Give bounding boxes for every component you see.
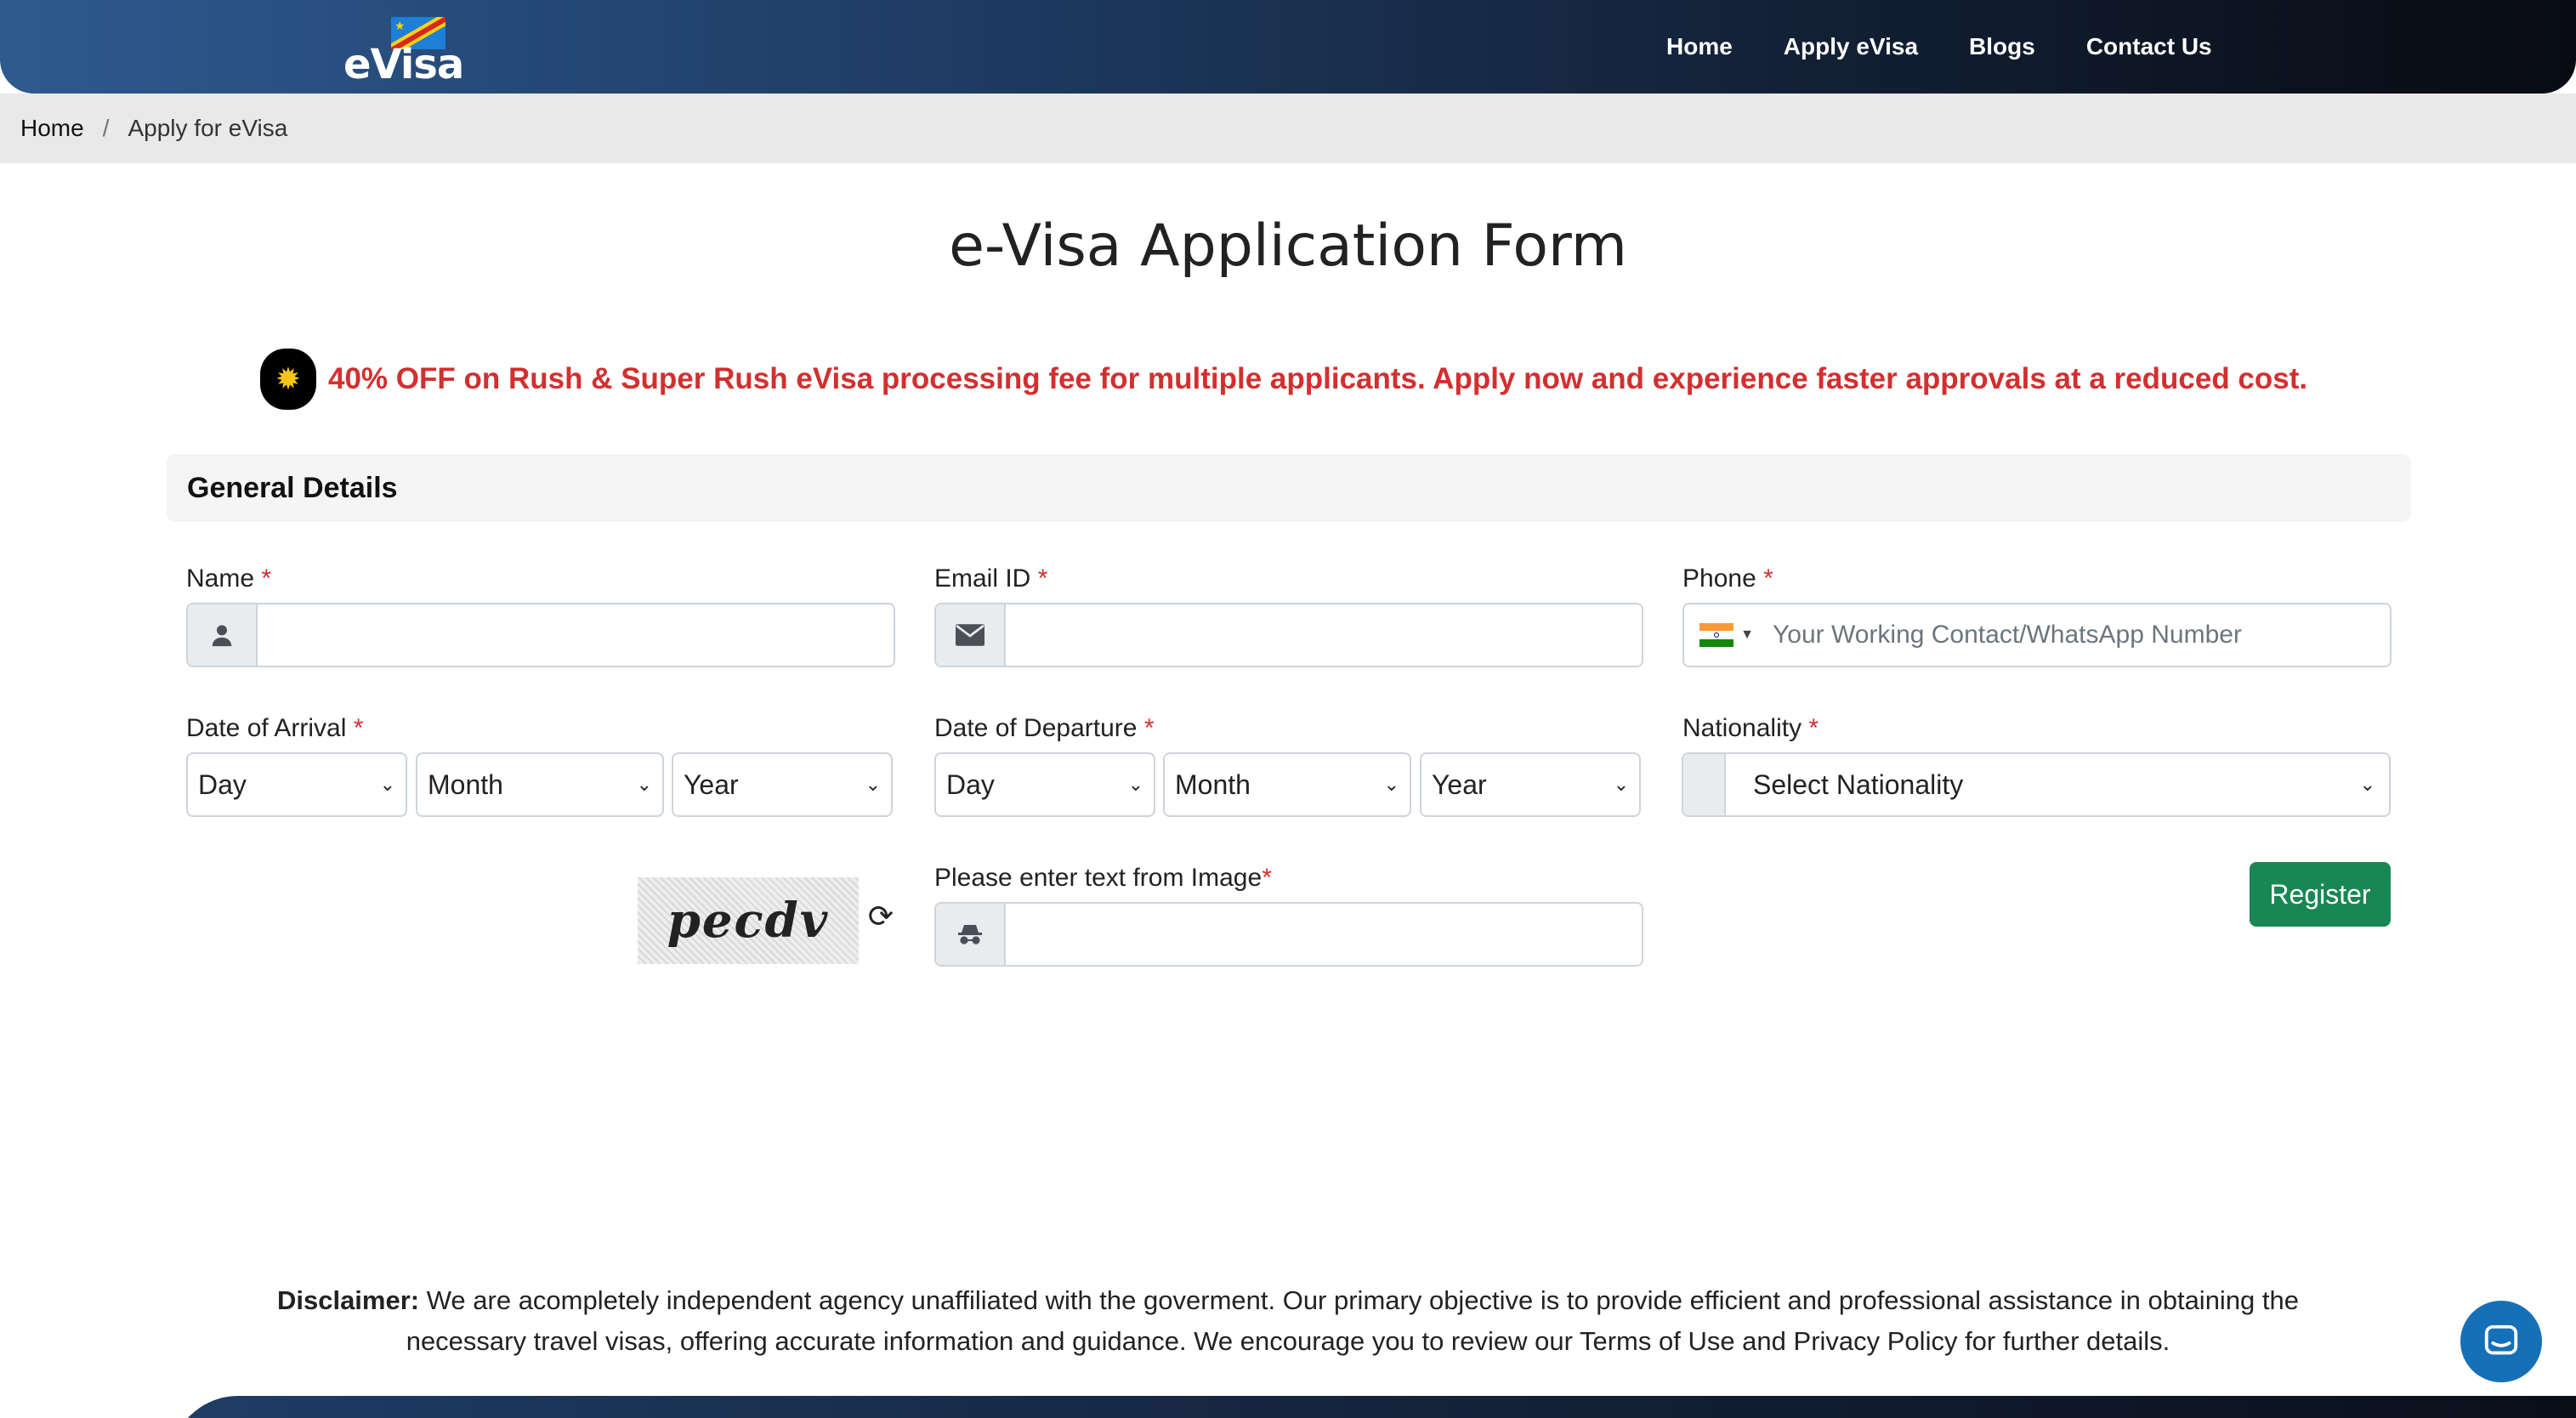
- user-icon: [188, 604, 258, 666]
- required-marker: *: [1808, 714, 1819, 742]
- departure-month-select[interactable]: Month ⌄: [1163, 752, 1411, 817]
- nav-blogs[interactable]: Blogs: [1969, 33, 2035, 60]
- arrival-year-value: Year: [684, 769, 739, 800]
- arrival-month-value: Month: [428, 769, 503, 800]
- captcha-image: pecdv: [638, 877, 859, 964]
- main-nav: Home Apply eVisa Blogs Contact Us: [1666, 0, 2212, 94]
- phone-input[interactable]: [1769, 604, 2390, 666]
- nav-home[interactable]: Home: [1666, 33, 1733, 60]
- breadcrumb: Home / Apply for eVisa: [0, 94, 2576, 163]
- email-input-group: [934, 603, 1643, 667]
- envelope-icon: [936, 604, 1006, 666]
- email-label-text: Email ID: [934, 564, 1031, 593]
- departure-label-text: Date of Departure: [934, 714, 1138, 742]
- nav-apply-evisa[interactable]: Apply eVisa: [1784, 33, 1918, 60]
- required-marker: *: [1143, 714, 1155, 742]
- arrival-day-value: Day: [198, 769, 247, 800]
- required-marker: *: [353, 714, 364, 742]
- section-header-general-details: General Details: [167, 454, 2411, 522]
- caret-down-icon: ▼: [1740, 627, 1754, 642]
- disclaimer: Disclaimer: We are acompletely independe…: [255, 1280, 2321, 1362]
- incognito-icon: [936, 904, 1006, 965]
- footer: [170, 1396, 2576, 1418]
- captcha-input-group: [934, 902, 1643, 967]
- logo-text: eVisa: [343, 41, 464, 88]
- site-logo[interactable]: ★ eVisa: [343, 15, 464, 88]
- departure-year-select[interactable]: Year ⌄: [1420, 752, 1641, 817]
- arrival-label-text: Date of Arrival: [186, 714, 347, 742]
- chevron-down-icon: ⌄: [1383, 774, 1399, 795]
- phone-label-text: Phone: [1682, 564, 1756, 593]
- nationality-label-text: Nationality: [1682, 714, 1802, 742]
- arrival-label: Date of Arrival *: [186, 714, 363, 743]
- email-input[interactable]: [1006, 604, 1642, 666]
- departure-year-value: Year: [1432, 769, 1487, 800]
- required-marker: *: [1037, 564, 1048, 593]
- nationality-select[interactable]: Select Nationality ⌄: [1726, 754, 2389, 815]
- departure-day-value: Day: [946, 769, 995, 800]
- required-marker: *: [261, 564, 272, 593]
- captcha-label: Please enter text from Image*: [934, 864, 1272, 893]
- chevron-down-icon: ⌄: [636, 774, 652, 795]
- offer-text: 40% OFF on Rush & Super Rush eVisa proce…: [328, 362, 2308, 395]
- captcha-input[interactable]: [1006, 904, 1642, 965]
- name-label: Name *: [186, 564, 271, 593]
- nav-contact-us[interactable]: Contact Us: [2086, 33, 2212, 60]
- country-code-dropdown[interactable]: ▼: [1684, 604, 1769, 666]
- top-navbar: ★ eVisa Home Apply eVisa Blogs Contact U…: [0, 0, 2576, 94]
- arrival-month-select[interactable]: Month ⌄: [416, 752, 664, 817]
- offer-banner: ✹ 40% OFF on Rush & Super Rush eVisa pro…: [260, 347, 2307, 411]
- phone-input-group: ▼: [1682, 603, 2392, 667]
- nationality-value: Select Nationality: [1753, 769, 1964, 800]
- sun-icon: ✹: [260, 349, 316, 410]
- chevron-down-icon: ⌄: [865, 774, 881, 795]
- disclaimer-title: Disclaimer:: [276, 1285, 420, 1315]
- chat-icon: [2484, 1324, 2518, 1355]
- disclaimer-text: We are acompletely independent agency un…: [406, 1285, 2300, 1356]
- arrival-year-select[interactable]: Year ⌄: [672, 752, 893, 817]
- breadcrumb-current: Apply for eVisa: [128, 115, 288, 141]
- refresh-icon[interactable]: ⟳: [864, 899, 898, 933]
- chat-widget-button[interactable]: [2460, 1301, 2542, 1382]
- required-marker: *: [1763, 564, 1773, 593]
- chevron-down-icon: ⌄: [2359, 774, 2375, 795]
- breadcrumb-home[interactable]: Home: [20, 115, 84, 142]
- nationality-flag-slot: [1683, 754, 1726, 815]
- chevron-down-icon: ⌄: [1127, 774, 1143, 795]
- nationality-label: Nationality *: [1682, 714, 1819, 743]
- name-input[interactable]: [258, 604, 894, 666]
- page: ★ eVisa Home Apply eVisa Blogs Contact U…: [0, 0, 2576, 1418]
- page-title: e-Visa Application Form: [949, 213, 1627, 280]
- departure-day-select[interactable]: Day ⌄: [934, 752, 1155, 817]
- phone-label: Phone *: [1682, 564, 1773, 593]
- chevron-down-icon: ⌄: [379, 774, 395, 795]
- register-button[interactable]: Register: [2250, 862, 2391, 927]
- breadcrumb-separator: /: [102, 115, 110, 141]
- required-marker: *: [1262, 864, 1272, 892]
- name-input-group: [186, 603, 895, 667]
- name-label-text: Name: [186, 564, 255, 593]
- india-flag-icon: [1699, 623, 1734, 647]
- email-label: Email ID *: [934, 564, 1047, 593]
- arrival-day-select[interactable]: Day ⌄: [186, 752, 407, 817]
- departure-month-value: Month: [1175, 769, 1251, 800]
- departure-label: Date of Departure *: [934, 714, 1155, 743]
- captcha-label-text: Please enter text from Image: [934, 864, 1262, 892]
- nationality-input-group: Select Nationality ⌄: [1682, 752, 2391, 817]
- chevron-down-icon: ⌄: [1613, 774, 1629, 795]
